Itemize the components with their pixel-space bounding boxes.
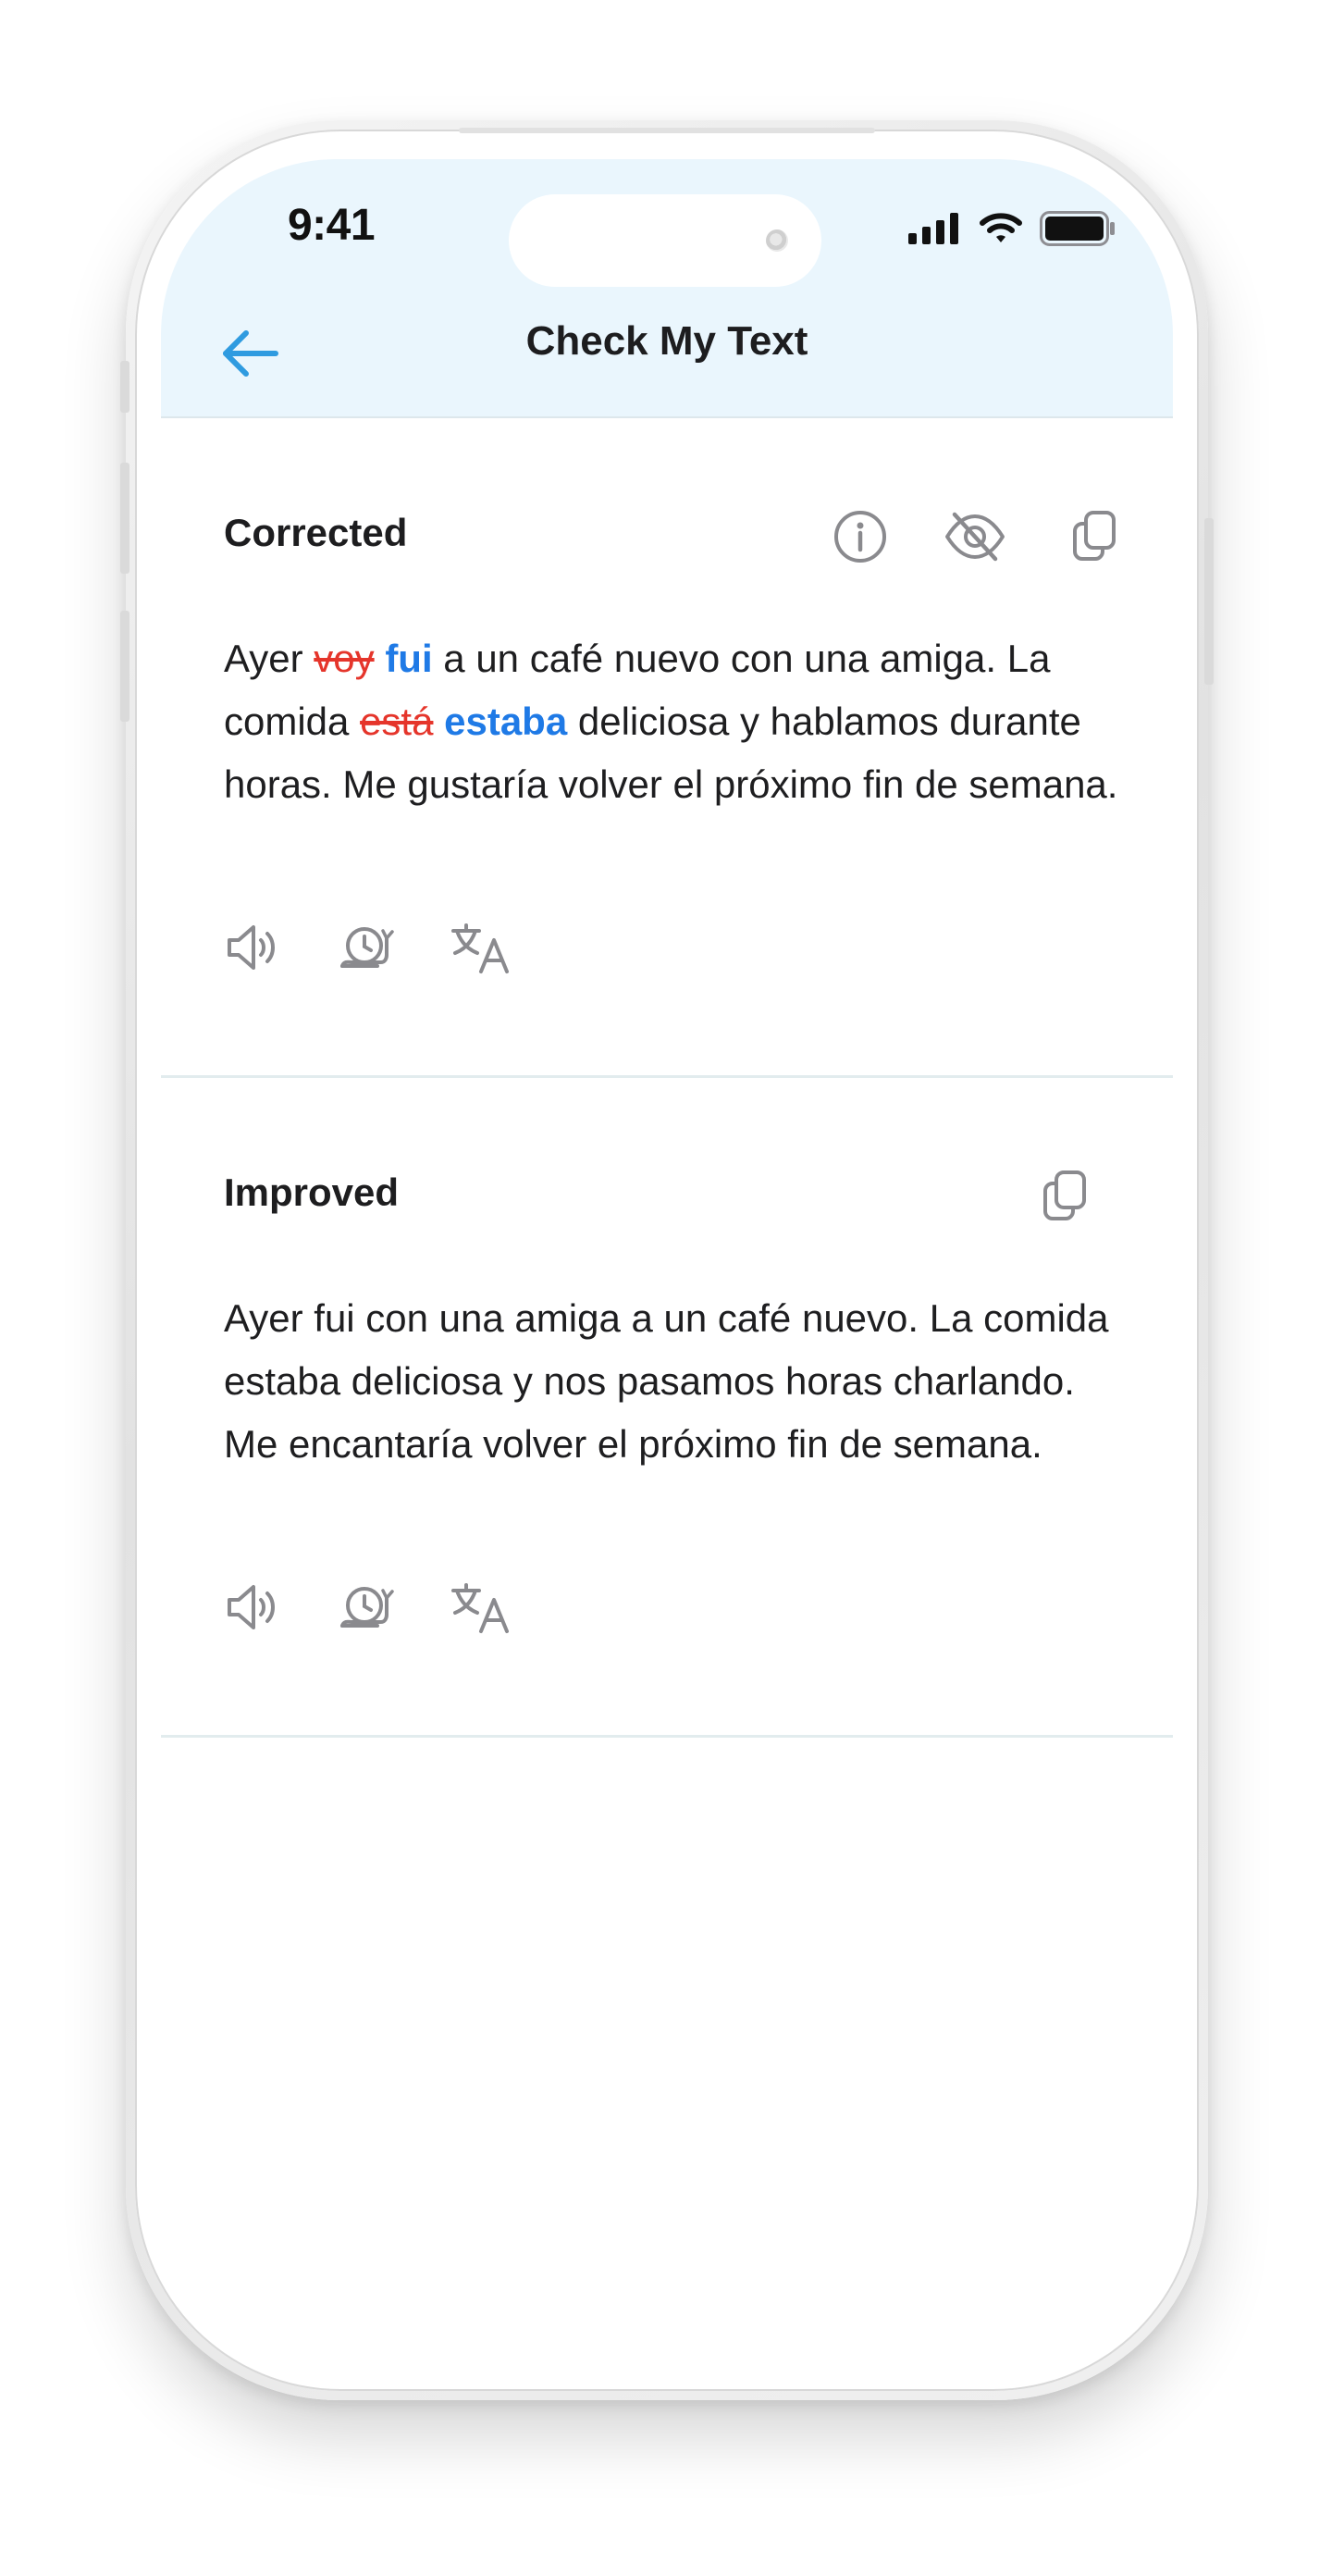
dynamic-island [509,194,821,287]
corrected-title: Corrected [224,511,408,554]
slow-listen-button[interactable] [337,918,396,977]
translate-icon [451,1583,509,1633]
page-title: Check My Text [525,318,808,364]
listen-button[interactable] [224,918,283,977]
copy-icon [1043,1170,1086,1220]
action-button [120,361,130,413]
improved-text: Ayer fui con una amiga a un café nuevo. … [224,1296,1109,1466]
corrected-actions [224,918,509,977]
app-screen: 9:41 Check My Text Corrected Ayer voy fu… [161,159,1173,2376]
copy-icon [1073,511,1116,561]
improved-card: Improved Ayer fui con una amiga a un caf… [161,1078,1173,1738]
copy-corrected-button[interactable] [1066,507,1125,566]
eye-off-icon [945,512,1005,562]
top-bar: 9:41 Check My Text [161,159,1173,418]
info-button[interactable] [831,507,890,566]
corrected-card: Corrected Ayer voy fui a un café nuevo c… [161,418,1173,1078]
wifi-icon [980,213,1022,242]
hide-changes-button[interactable] [944,507,1005,566]
text-segment: Ayer [224,637,314,680]
improved-title: Improved [224,1170,400,1214]
info-icon [834,511,886,563]
status-icons [908,211,1116,246]
deleted-word: voy [314,637,375,680]
listen-button[interactable] [224,1578,283,1637]
slow-snail-icon [340,927,394,968]
status-time: 9:41 [287,201,376,250]
speaker-icon [228,925,275,970]
speaker-icon [228,1585,275,1629]
volume-up-button [120,463,130,574]
volume-down-button [120,611,130,722]
slow-snail-icon [340,1587,394,1628]
inserted-word: fui [385,637,433,680]
camera-icon [766,229,788,252]
battery-icon [1040,211,1115,246]
copy-improved-button[interactable] [1036,1167,1095,1226]
translate-button[interactable] [450,1578,509,1637]
translate-button[interactable] [450,918,509,977]
corrected-text: Ayer voy fui a un café nuevo con una ami… [224,627,1130,816]
slow-listen-button[interactable] [337,1578,396,1637]
improved-actions [224,1578,509,1637]
deleted-word: está [360,700,434,743]
power-button [1204,518,1214,685]
inserted-word: estaba [444,700,568,743]
earpiece [459,128,875,133]
translate-icon [451,923,509,973]
signal-icon [908,213,958,244]
